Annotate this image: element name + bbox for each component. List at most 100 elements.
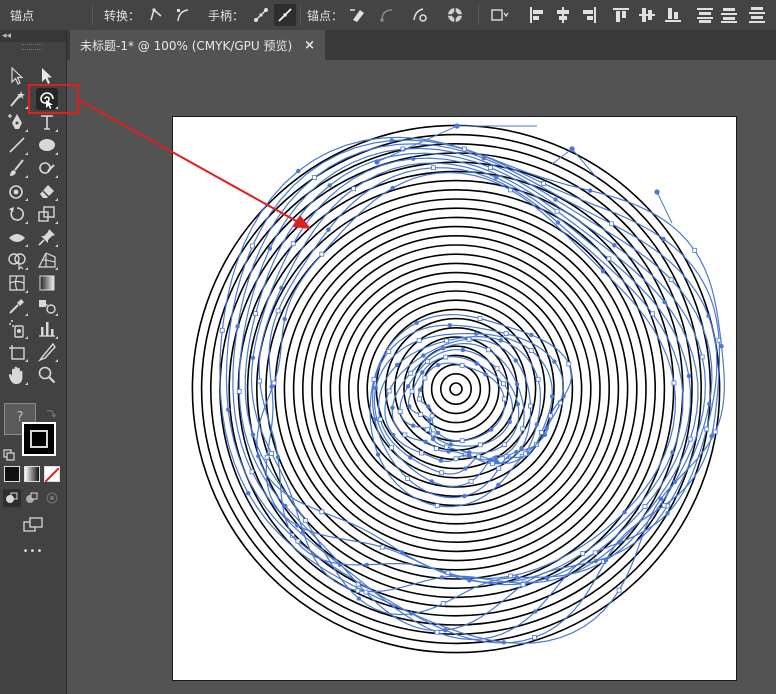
handle-point xyxy=(430,436,436,442)
handle-point xyxy=(267,246,273,251)
ellipse-tool[interactable] xyxy=(36,134,58,156)
convert-to-corner-button[interactable] xyxy=(145,4,167,26)
anchor-point xyxy=(535,376,541,382)
panel-collapse-button[interactable]: ◂◂ xyxy=(0,30,66,42)
align-left-button[interactable] xyxy=(526,4,548,26)
document-tab[interactable]: 未标题-1* @ 100% (CMYK/GPU 预览) × xyxy=(70,30,325,60)
anchor-point xyxy=(687,436,693,442)
handle-point xyxy=(600,269,606,274)
black-ring xyxy=(311,244,601,534)
edit-toolbar-button[interactable]: ••• xyxy=(22,546,44,557)
align-h-center-button[interactable] xyxy=(552,4,574,26)
magic-wand-tool[interactable] xyxy=(6,88,28,110)
draw-normal-button[interactable] xyxy=(3,489,21,507)
twirled-path xyxy=(219,136,725,644)
default-fill-stroke-icon[interactable] xyxy=(3,446,15,461)
handle-point xyxy=(275,455,281,460)
shape-builder-tool[interactable] xyxy=(6,249,28,271)
selection-tool[interactable] xyxy=(6,65,28,87)
puppet-warp-tool[interactable] xyxy=(36,226,58,248)
perspective-grid-tool[interactable] xyxy=(36,249,58,271)
hand-tool[interactable] xyxy=(6,364,28,386)
remove-anchor-button[interactable] xyxy=(347,4,369,26)
artboard-tool[interactable] xyxy=(6,341,28,363)
draw-inside-button[interactable] xyxy=(43,489,61,507)
transform-button[interactable] xyxy=(488,4,510,26)
anchor-point xyxy=(494,366,500,372)
eraser-tool[interactable] xyxy=(36,180,58,202)
slice-tool[interactable] xyxy=(36,341,58,363)
handle-point xyxy=(438,458,444,463)
scale-tool[interactable] xyxy=(36,203,58,225)
handle-point xyxy=(364,562,369,567)
width-tool[interactable] xyxy=(6,226,28,248)
swap-fill-stroke-icon[interactable] xyxy=(45,404,57,418)
align-right-button[interactable] xyxy=(578,4,600,26)
anchor-point xyxy=(275,308,281,314)
anchor-point xyxy=(397,409,403,415)
panel-grip[interactable] xyxy=(22,44,42,50)
gradient-mode-button[interactable] xyxy=(24,466,40,482)
handle-point xyxy=(296,168,301,174)
anchor-point xyxy=(418,412,424,417)
none-slash-icon xyxy=(44,467,60,483)
anchor-point xyxy=(459,362,465,368)
hide-handles-button[interactable] xyxy=(274,4,296,26)
close-tab-icon[interactable]: × xyxy=(304,38,315,53)
anchor-point xyxy=(444,338,450,344)
distribute-top-icon xyxy=(697,8,713,23)
pen-tool[interactable] xyxy=(6,111,28,133)
rotate-tool[interactable] xyxy=(6,203,28,225)
handle-point xyxy=(496,482,501,487)
handle-point xyxy=(411,423,416,428)
gradient-tool[interactable] xyxy=(36,272,58,294)
color-mode-button[interactable] xyxy=(4,466,20,482)
draw-inside-icon xyxy=(46,492,58,504)
distribute-v-center-button[interactable] xyxy=(718,4,740,26)
convert-to-smooth-button[interactable] xyxy=(172,4,194,26)
black-ring xyxy=(283,216,629,562)
anchor-point xyxy=(501,442,507,447)
distribute-bottom-button[interactable] xyxy=(746,4,768,26)
eyedropper-tool[interactable] xyxy=(6,295,28,317)
anchor-point xyxy=(501,396,507,402)
twirled-concentric-circles-artwork[interactable] xyxy=(172,116,737,681)
blend-tool[interactable] xyxy=(36,295,58,317)
line-segment-tool[interactable] xyxy=(6,134,28,156)
isolate-button[interactable] xyxy=(444,4,466,26)
anchor-point xyxy=(319,251,325,257)
handle-point xyxy=(593,558,598,564)
anchor-point xyxy=(606,256,612,262)
current-tool-label: 锚点 xyxy=(10,9,35,23)
stroke-swatch[interactable] xyxy=(22,422,56,456)
align-bottom-icon xyxy=(665,8,681,22)
align-top-button[interactable] xyxy=(610,4,632,26)
blend-icon xyxy=(39,300,56,314)
shaper-tool[interactable] xyxy=(36,157,58,179)
type-tool[interactable] xyxy=(36,111,58,133)
anchor-point xyxy=(388,445,394,451)
handle-point xyxy=(326,227,331,232)
connect-anchors-button[interactable] xyxy=(376,4,398,26)
none-mode-button[interactable] xyxy=(44,466,60,483)
paintbrush-tool[interactable] xyxy=(6,157,28,179)
cut-path-button[interactable] xyxy=(409,4,431,26)
distribute-top-button[interactable] xyxy=(694,4,716,26)
width-icon xyxy=(9,234,25,242)
align-bottom-button[interactable] xyxy=(662,4,684,26)
screen-mode-button[interactable] xyxy=(22,514,44,536)
blob-brush-tool[interactable] xyxy=(6,180,28,202)
handle-point xyxy=(390,185,395,191)
align-right-icon xyxy=(583,7,596,23)
handle-point xyxy=(483,372,488,377)
handle-point xyxy=(337,562,343,567)
align-v-center-button[interactable] xyxy=(636,4,658,26)
pushpin-icon xyxy=(38,229,55,246)
draw-behind-button[interactable] xyxy=(23,489,41,507)
column-graph-tool[interactable] xyxy=(36,318,58,340)
show-handles-button[interactable] xyxy=(250,4,272,26)
anchor-point xyxy=(671,380,677,386)
mesh-tool[interactable] xyxy=(6,272,28,294)
symbol-sprayer-tool[interactable] xyxy=(6,318,28,340)
zoom-tool[interactable] xyxy=(36,364,58,386)
